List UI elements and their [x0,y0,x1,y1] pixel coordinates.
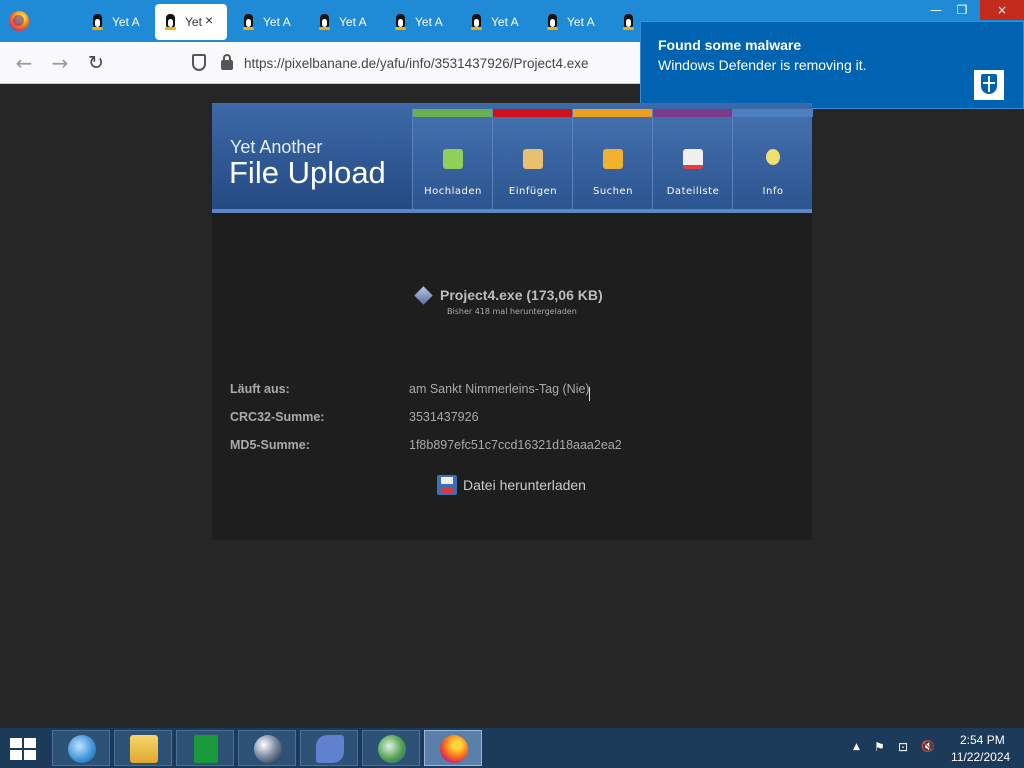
taskbar-firefox[interactable] [424,730,482,766]
menu-label: Dateiliste [666,186,720,197]
download-file-button[interactable]: Datei herunterladen [437,474,607,496]
globe-app-icon [378,735,406,763]
file-name: Project4.exe (173,06 KB) [440,287,603,303]
tab-label: Yet A [263,15,291,29]
clock-time[interactable]: 2:54 PM [960,733,1005,747]
url-bar[interactable]: https://pixelbanane.de/yafu/info/3531437… [182,48,642,78]
network-icon[interactable]: ⊡ [898,740,908,754]
tracking-protection-shield-icon[interactable] [192,54,206,71]
tab-label: Yet A [112,15,140,29]
text-cursor-icon [589,387,594,401]
taskbar-bird-app[interactable] [300,730,358,766]
start-button[interactable] [10,738,38,760]
menu-label: Info [762,186,784,197]
menu-hochladen[interactable]: Hochladen [412,109,493,209]
tab-yafu-8[interactable] [613,4,639,40]
taskbar-store[interactable] [176,730,234,766]
site-header: Yet Another File Upload Hochladen Einfüg… [212,103,813,213]
penguin-favicon-icon [469,14,483,30]
penguin-favicon-icon [90,14,104,30]
taskbar: ▲ ⚑ ⊡ 🔇 2:54 PM 11/22/2024 [0,728,1024,768]
firefox-icon [440,735,468,763]
menu-color-bar [733,109,813,117]
paste-icon [523,149,543,169]
logo-line-2[interactable]: File Upload [229,155,386,191]
bird-icon [316,735,344,763]
download-label: Datei herunterladen [463,477,586,493]
volume-muted-icon[interactable]: 🔇 [921,740,935,753]
malware-notification[interactable]: Found some malware Windows Defender is r… [640,21,1024,109]
tab-yafu-6[interactable]: Yet A [461,4,533,40]
action-center-flag-icon[interactable]: ⚑ [874,740,885,754]
search-folder-icon [603,149,623,169]
tab-yafu-active[interactable]: Yet × [155,4,227,40]
back-button[interactable]: ← [12,51,36,75]
taskbar-internet-explorer[interactable] [52,730,110,766]
defender-shield-icon [974,70,1004,100]
md5-label: MD5-Summe: [230,438,310,452]
penguin-favicon-icon [393,14,407,30]
firefox-menu-icon[interactable] [9,11,29,31]
internet-explorer-icon [68,735,96,763]
tab-yafu-4[interactable]: Yet A [309,4,381,40]
md5-value: 1f8b897efc51c7ccd16321d18aaa2ea2 [409,438,622,452]
penguin-favicon-icon [621,14,635,30]
url-text[interactable]: https://pixelbanane.de/yafu/info/3531437… [244,56,589,71]
crc32-label: CRC32-Summe: [230,410,325,424]
expiry-value: am Sankt Nimmerleins-Tag (Nie) [409,382,590,396]
menu-info[interactable]: Info [732,109,813,209]
tab-yafu-1[interactable]: Yet A [82,4,154,40]
menu-dateiliste[interactable]: Dateiliste [652,109,733,209]
penguin-favicon-icon [163,14,177,30]
lock-icon[interactable] [221,54,233,70]
penguin-favicon-icon [317,14,331,30]
menu-color-bar [493,109,573,117]
lightbulb-icon [766,149,780,165]
tab-label: Yet A [339,15,367,29]
reload-button[interactable]: ↻ [84,51,108,75]
tab-yafu-7[interactable]: Yet A [537,4,609,40]
system-tray: ▲ ⚑ ⊡ 🔇 2:54 PM 11/22/2024 [850,728,1024,768]
store-icon [194,735,218,763]
clock-date[interactable]: 11/22/2024 [951,750,1010,764]
download-count: Bisher 418 mal heruntergeladen [447,307,577,316]
tab-close-icon[interactable]: × [205,12,213,28]
restore-button[interactable]: ❐ [946,0,978,20]
menu-label: Einfügen [508,186,558,197]
file-type-icon [414,286,433,305]
penguin-favicon-icon [241,14,255,30]
menu-color-bar [573,109,653,117]
tab-label: Yet [185,15,202,29]
crc32-value: 3531437926 [409,410,479,424]
upload-icon [443,149,463,169]
menu-einfuegen[interactable]: Einfügen [492,109,573,209]
tab-yafu-3[interactable]: Yet A [233,4,305,40]
menu-color-bar [653,109,733,117]
close-window-button[interactable]: × [980,0,1024,20]
taskbar-file-explorer[interactable] [114,730,172,766]
forward-button[interactable]: → [48,51,72,75]
taskbar-globe-app[interactable] [362,730,420,766]
show-hidden-icons-icon[interactable]: ▲ [853,742,860,752]
menu-suchen[interactable]: Suchen [572,109,653,209]
tab-yafu-5[interactable]: Yet A [385,4,457,40]
tab-label: Yet A [567,15,595,29]
notification-message: Windows Defender is removing it. [658,57,867,73]
penguin-favicon-icon [545,14,559,30]
book-icon [683,149,703,169]
menu-label: Suchen [592,186,633,197]
tab-label: Yet A [415,15,443,29]
expiry-label: Läuft aus: [230,382,290,396]
floppy-disk-icon [437,475,457,495]
menu-color-bar [413,109,493,117]
yafu-page: Yet Another File Upload Hochladen Einfüg… [212,103,813,540]
file-explorer-icon [130,735,158,763]
taskbar-media-orb[interactable] [238,730,296,766]
media-orb-icon [254,735,282,763]
tab-label: Yet A [491,15,519,29]
notification-title: Found some malware [658,37,802,53]
menu-label: Hochladen [424,186,482,197]
